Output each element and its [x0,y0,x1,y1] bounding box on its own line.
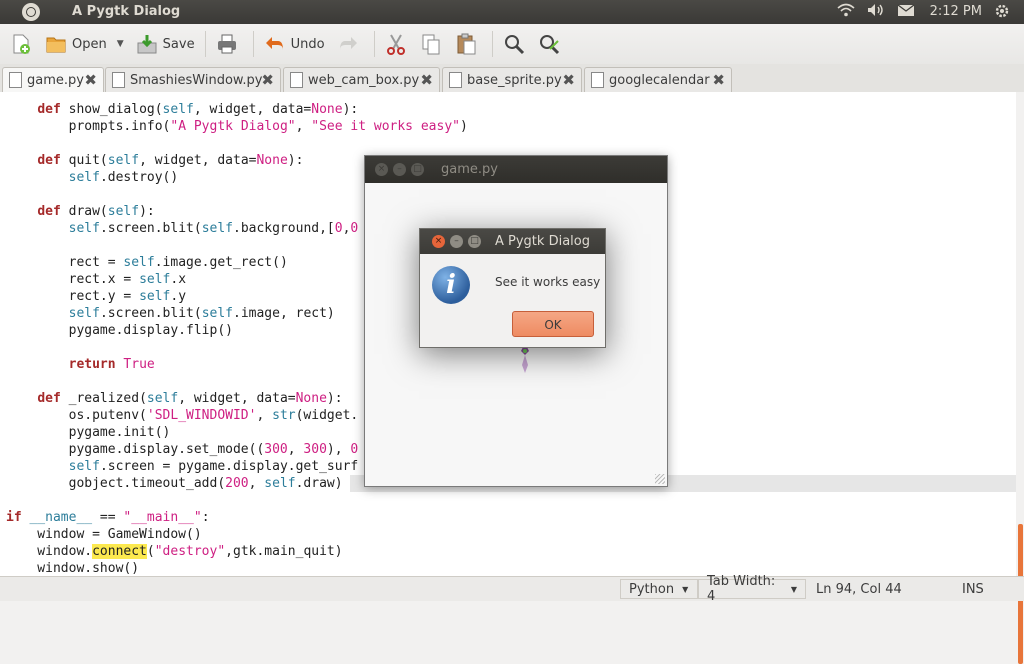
wifi-icon[interactable] [836,3,856,19]
code-line: window = GameWindow() [6,527,202,542]
message-dialog[interactable]: × – □ A Pygtk Dialog i See it works easy… [419,228,606,348]
tab-label: game.py [27,72,84,88]
scissors-icon [386,34,405,55]
document-icon [449,72,462,88]
power-gear-icon[interactable] [992,3,1012,19]
redo-icon [339,37,357,50]
active-window-title: A Pygtk Dialog [72,4,181,19]
find-button[interactable] [499,28,534,60]
document-icon [9,72,22,88]
tab-label: web_cam_box.py [308,72,420,88]
find-replace-icon [539,35,559,55]
document-icon [290,72,303,88]
new-document-button[interactable] [6,28,41,60]
tab-web-cam-box-py[interactable]: web_cam_box.py ✖ [283,67,440,92]
ok-button[interactable]: OK [512,311,594,337]
document-icon [112,72,125,88]
close-icon[interactable]: × [375,163,388,176]
game-window-titlebar[interactable]: × – □ game.py [365,156,667,183]
clock[interactable]: 2:12 PM [930,4,982,19]
tab-game-py[interactable]: game.py ✖ [2,67,104,92]
code-line: prompts.info("A Pygtk Dialog", "See it w… [6,119,468,134]
toolbar-separator [204,31,206,57]
dialog-title: A Pygtk Dialog [495,234,590,249]
undo-label: Undo [290,36,325,52]
open-button[interactable]: Open [41,28,111,60]
code-line: window.show() [6,561,140,576]
save-button[interactable]: Save [132,28,199,60]
print-button[interactable] [212,28,247,60]
language-label: Python [629,581,675,597]
close-icon[interactable]: ✖ [84,71,97,89]
tab-googlecalendar[interactable]: googlecalendar ✖ [584,67,732,92]
redo-button[interactable] [333,28,368,60]
close-icon[interactable]: ✖ [712,71,725,89]
top-panel: A Pygtk Dialog 2:12 PM [0,0,1024,24]
copy-button[interactable] [416,28,451,60]
minimize-icon[interactable]: – [450,235,463,248]
close-icon[interactable]: ✖ [420,71,433,89]
tab-base-sprite-py[interactable]: base_sprite.py ✖ [442,67,582,92]
copy-icon [422,34,440,55]
cursor-position: Ln 94, Col 44 [816,582,902,597]
chevron-down-icon: ▼ [682,584,689,594]
tab-label: SmashiesWindow.py [130,72,263,88]
toolbar: Open ▼ Save Undo [0,24,1024,64]
document-tabs: game.py ✖ SmashiesWindow.py ✖ web_cam_bo… [0,64,1024,93]
dialog-message: See it works easy [495,275,601,289]
undo-button[interactable]: Undo [260,28,329,60]
mail-icon[interactable] [896,3,916,19]
document-icon [591,72,604,88]
new-document-icon [13,34,30,54]
code-line: if __name__ == "__main__": [6,510,210,525]
status-bar: Python ▼ Tab Width: 4 ▼ Ln 94, Col 44 IN… [0,574,1024,604]
undo-icon [265,37,283,50]
minimize-icon[interactable]: – [393,163,406,176]
toolbar-separator [491,31,493,57]
find-replace-button[interactable] [534,28,569,60]
cut-button[interactable] [381,28,416,60]
code-line: window.connect("destroy",gtk.main_quit) [6,544,343,559]
close-icon[interactable]: ✖ [261,71,274,89]
save-icon [137,35,157,54]
game-window-title: game.py [441,162,498,177]
volume-icon[interactable] [866,3,886,19]
tab-label: base_sprite.py [467,72,562,88]
insert-mode: INS [962,582,984,597]
chevron-down-icon: ▼ [116,39,124,49]
save-label: Save [162,36,195,52]
system-tray: 2:12 PM [836,3,1012,19]
language-selector[interactable]: Python ▼ [620,579,698,599]
maximize-icon[interactable]: □ [468,235,481,248]
vertical-scrollbar[interactable] [1016,92,1024,664]
tab-smashieswindow-py[interactable]: SmashiesWindow.py ✖ [105,67,281,92]
close-icon[interactable]: ✖ [562,71,575,89]
toolbar-separator [252,31,254,57]
folder-icon [46,37,66,53]
code-line: def show_dialog(self, widget, data=None)… [37,102,359,117]
maximize-icon[interactable]: □ [411,163,424,176]
tab-width-selector[interactable]: Tab Width: 4 ▼ [698,574,806,604]
search-icon [504,35,524,55]
open-recent-dropdown[interactable]: ▼ [111,28,128,60]
printer-icon [217,34,236,54]
tab-label: googlecalendar [609,72,710,88]
info-icon: i [432,266,470,304]
paste-icon [457,33,476,55]
open-label: Open [72,36,107,52]
ubuntu-logo-icon[interactable] [22,3,40,21]
resize-grip[interactable] [655,474,665,484]
close-icon[interactable]: × [432,235,445,248]
paste-button[interactable] [451,28,486,60]
toolbar-separator [373,31,375,57]
dialog-titlebar[interactable]: × – □ A Pygtk Dialog [420,229,605,254]
chevron-down-icon: ▼ [790,584,797,594]
